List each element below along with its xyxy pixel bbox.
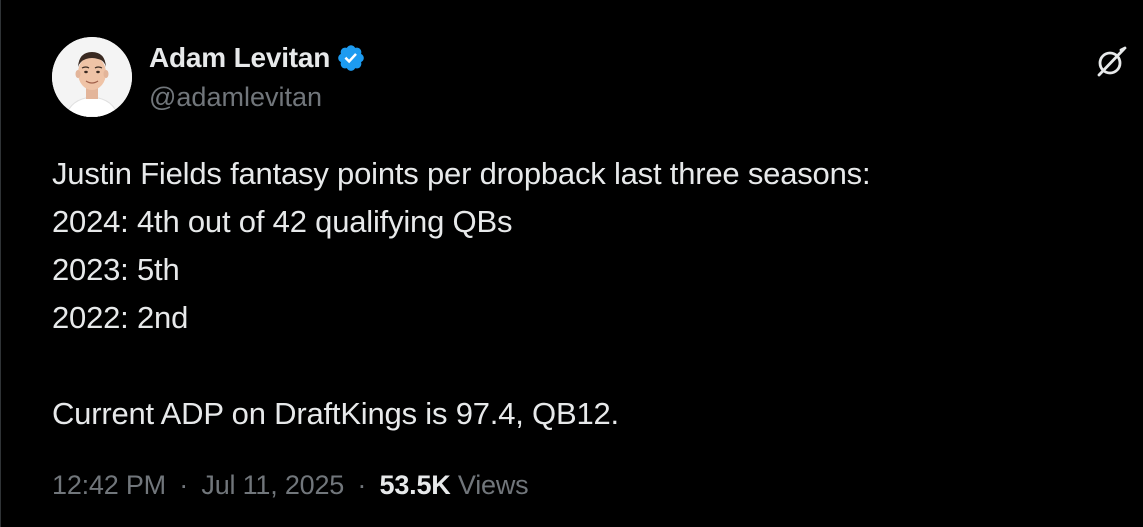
tweet-line: 2023: 5th bbox=[52, 252, 180, 287]
meta-separator: · bbox=[179, 470, 189, 500]
avatar[interactable] bbox=[52, 37, 132, 117]
tweet-time[interactable]: 12:42 PM bbox=[52, 470, 166, 500]
tweet-line: Current ADP on DraftKings is 97.4, QB12. bbox=[52, 396, 619, 431]
tweet-line: Justin Fields fantasy points per dropbac… bbox=[52, 156, 871, 191]
tweet-text: Justin Fields fantasy points per dropbac… bbox=[52, 150, 871, 438]
author-name-row: Adam Levitan bbox=[149, 41, 366, 75]
views-label: Views bbox=[457, 470, 529, 500]
tweet-date[interactable]: Jul 11, 2025 bbox=[201, 470, 344, 500]
grok-icon[interactable] bbox=[1094, 45, 1128, 79]
tweet-line: 2022: 2nd bbox=[52, 300, 189, 335]
author-handle[interactable]: @adamlevitan bbox=[149, 82, 322, 113]
tweet-line: 2024: 4th out of 42 qualifying QBs bbox=[52, 204, 513, 239]
views-count: 53.5K bbox=[379, 470, 451, 500]
verified-badge-icon[interactable] bbox=[336, 43, 366, 73]
tweet-card: Adam Levitan @adamlevitan Justin Fields … bbox=[0, 0, 1143, 527]
avatar-image bbox=[52, 37, 132, 117]
tweet-meta: 12:42 PM · Jul 11, 2025 · 53.5K Views bbox=[52, 470, 529, 501]
meta-separator: · bbox=[357, 470, 367, 500]
author-name[interactable]: Adam Levitan bbox=[149, 42, 330, 74]
